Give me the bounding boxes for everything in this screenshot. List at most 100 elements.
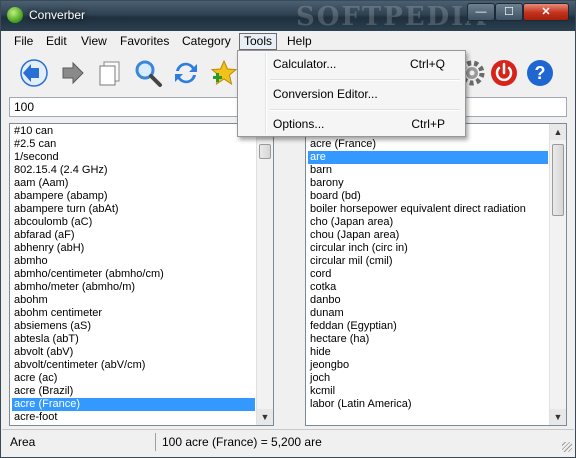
list-item[interactable]: board (bd)	[308, 190, 548, 203]
target-list-scrollbar[interactable]: ▲ ▼	[549, 124, 566, 425]
list-item[interactable]: cho (Japan area)	[308, 216, 548, 229]
menu-favorites[interactable]: Favorites	[116, 33, 173, 50]
list-item[interactable]: acre (France)	[12, 398, 255, 411]
list-item[interactable]: abmho	[12, 255, 255, 268]
forward-button[interactable]	[54, 55, 90, 91]
scroll-up-arrow-icon[interactable]: ▲	[550, 124, 566, 140]
list-item[interactable]: abohm centimeter	[12, 307, 255, 320]
list-item[interactable]: #2.5 can	[12, 138, 255, 151]
forward-arrow-icon	[62, 61, 84, 85]
back-arrow-icon	[20, 59, 48, 87]
menu-file[interactable]: File	[10, 33, 37, 50]
list-item[interactable]: acre (Brazil)	[12, 385, 255, 398]
copy-icon	[99, 61, 120, 86]
swap-button[interactable]	[168, 55, 204, 91]
resize-grip-icon[interactable]	[562, 442, 572, 452]
list-item[interactable]: abfarad (aF)	[12, 229, 255, 242]
list-item[interactable]: acre (France)	[308, 138, 548, 151]
list-item[interactable]: hectare (ha)	[308, 333, 548, 346]
list-item[interactable]: jeongbo	[308, 359, 548, 372]
list-item[interactable]: barony	[308, 177, 548, 190]
watermark: SOFTPEDIA	[296, 2, 488, 32]
list-item[interactable]: #10 can	[12, 125, 255, 138]
menu-edit[interactable]: Edit	[42, 33, 71, 50]
minimize-button[interactable]: —	[467, 3, 495, 21]
list-item[interactable]: dunam	[308, 307, 548, 320]
help-icon: ?	[527, 60, 553, 86]
scroll-down-arrow-icon[interactable]: ▼	[257, 409, 273, 425]
menu-item-label: Conversion Editor...	[273, 87, 378, 101]
power-icon	[491, 60, 517, 86]
menu-item-options[interactable]: Options... Ctrl+P	[240, 113, 463, 135]
swap-icon	[175, 62, 197, 84]
title-bar[interactable]: Converber SOFTPEDIA — ☐ ✕	[1, 1, 575, 32]
list-item[interactable]: abcoulomb (aC)	[12, 216, 255, 229]
maximize-button[interactable]: ☐	[495, 3, 523, 21]
menu-tools[interactable]: Tools	[239, 33, 278, 50]
list-item[interactable]: abvolt (abV)	[12, 346, 255, 359]
exit-button[interactable]	[486, 55, 522, 91]
list-item[interactable]: joch	[308, 372, 548, 385]
menu-item-label: Calculator...	[273, 57, 337, 71]
target-unit-list[interactable]: acre (Brazil)acre (France)arebarnbaronyb…	[305, 123, 567, 426]
status-category: Area	[10, 435, 36, 449]
close-button[interactable]: ✕	[523, 3, 569, 21]
list-item[interactable]: boiler horsepower equivalent direct radi…	[308, 203, 548, 216]
menu-item-shortcut: Ctrl+P	[411, 117, 445, 131]
list-item[interactable]: abmho/meter (abmho/m)	[12, 281, 255, 294]
back-button[interactable]	[16, 55, 52, 91]
list-item[interactable]: acre-foot	[12, 411, 255, 424]
list-item[interactable]: 802.15.4 (2.4 GHz)	[12, 164, 255, 177]
list-item[interactable]: feddan (Egyptian)	[308, 320, 548, 333]
list-item[interactable]: cord	[308, 268, 548, 281]
scroll-thumb[interactable]	[552, 144, 564, 216]
list-item[interactable]: acre (ac)	[12, 372, 255, 385]
svg-text:?: ?	[535, 63, 546, 83]
scroll-down-arrow-icon[interactable]: ▼	[550, 409, 566, 425]
menu-item-calculator[interactable]: Calculator... Ctrl+Q	[240, 53, 463, 75]
list-item[interactable]: labor (Latin America)	[308, 398, 548, 411]
scroll-thumb[interactable]	[259, 144, 271, 159]
window-title: Converber	[29, 8, 86, 22]
list-item[interactable]: circular inch (circ in)	[308, 242, 548, 255]
source-list-scrollbar[interactable]: ▲ ▼	[256, 124, 273, 425]
status-result: 100 acre (France) = 5,200 are	[162, 435, 322, 449]
status-bar: Area 100 acre (France) = 5,200 are	[2, 429, 574, 454]
list-item[interactable]: abohm	[12, 294, 255, 307]
search-icon	[135, 60, 162, 87]
menu-separator	[270, 79, 460, 81]
menu-help[interactable]: Help	[283, 33, 316, 50]
list-item[interactable]: circular mil (cmil)	[308, 255, 548, 268]
menu-bar: File Edit View Favorites Category Tools …	[2, 31, 574, 51]
source-unit-list[interactable]: #10 can #2.5 can 1/second 802.15.4 (2.4 GHz…	[9, 123, 274, 426]
menu-item-conversion-editor[interactable]: Conversion Editor...	[240, 83, 463, 105]
list-item[interactable]: are	[308, 151, 548, 164]
menu-item-label: Options...	[273, 117, 325, 131]
list-item[interactable]: hide	[308, 346, 548, 359]
list-item[interactable]: absiemens (aS)	[12, 320, 255, 333]
tools-dropdown-menu: Calculator... Ctrl+Q Conversion Editor..…	[237, 50, 466, 137]
copy-button[interactable]	[92, 55, 128, 91]
list-item[interactable]: abampere turn (abAt)	[12, 203, 255, 216]
list-item[interactable]: cotka	[308, 281, 548, 294]
search-button[interactable]	[130, 55, 166, 91]
list-item[interactable]: kcmil	[308, 385, 548, 398]
status-divider	[155, 433, 156, 451]
list-item[interactable]: abampere (abamp)	[12, 190, 255, 203]
menu-separator	[270, 109, 460, 111]
list-item[interactable]: abtesla (abT)	[12, 333, 255, 346]
app-window: Converber SOFTPEDIA — ☐ ✕ File Edit View…	[0, 0, 576, 458]
target-unit-items: acre (Brazil)acre (France)arebarnbaronyb…	[308, 125, 548, 411]
list-item[interactable]: barn	[308, 164, 548, 177]
list-item[interactable]: abvolt/centimeter (abV/cm)	[12, 359, 255, 372]
list-item[interactable]: 1/second	[12, 151, 255, 164]
menu-category[interactable]: Category	[178, 33, 235, 50]
list-item[interactable]: chou (Japan area)	[308, 229, 548, 242]
list-item[interactable]: abhenry (abH)	[12, 242, 255, 255]
list-item[interactable]: abmho/centimeter (abmho/cm)	[12, 268, 255, 281]
menu-view[interactable]: View	[77, 33, 111, 50]
list-item[interactable]: aam (Aam)	[12, 177, 255, 190]
list-item[interactable]: danbo	[308, 294, 548, 307]
menu-item-shortcut: Ctrl+Q	[409, 57, 445, 71]
help-button[interactable]: ?	[522, 55, 558, 91]
